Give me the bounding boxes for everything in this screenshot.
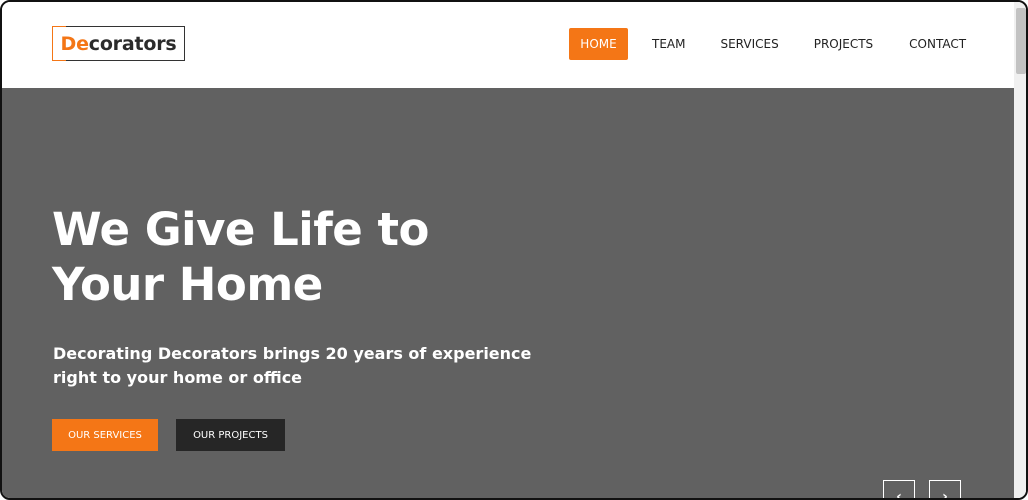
- hero-title: We Give Life to Your Home: [52, 202, 532, 312]
- nav-contact[interactable]: CONTACT: [909, 28, 966, 60]
- nav-team[interactable]: TEAM: [652, 28, 685, 60]
- hero-subtitle: Decorating Decorators brings 20 years of…: [53, 342, 533, 390]
- main-nav: HOME TEAM SERVICES PROJECTS CONTACT: [569, 28, 966, 60]
- slider-next-button[interactable]: ›: [929, 480, 961, 500]
- scrollbar-thumb[interactable]: [1016, 8, 1026, 74]
- site-header: De corators HOME TEAM SERVICES PROJECTS C…: [2, 2, 1014, 88]
- chevron-left-icon: ‹: [896, 489, 902, 500]
- vertical-scrollbar[interactable]: [1014, 2, 1026, 498]
- hero-title-line-1: We Give Life to: [52, 203, 429, 256]
- slider-prev-button[interactable]: ‹: [883, 480, 915, 500]
- hero-subtitle-line-1: Decorating Decorators brings 20 years of…: [53, 344, 532, 363]
- hero-subtitle-line-2: right to your home or office: [53, 368, 303, 387]
- nav-projects[interactable]: PROJECTS: [814, 28, 873, 60]
- browser-frame: De corators HOME TEAM SERVICES PROJECTS C…: [0, 0, 1028, 500]
- our-projects-button[interactable]: OUR PROJECTS: [176, 419, 285, 451]
- chevron-right-icon: ›: [942, 489, 948, 500]
- nav-services[interactable]: SERVICES: [720, 28, 778, 60]
- our-services-button[interactable]: OUR SERVICES: [52, 419, 158, 451]
- nav-home[interactable]: HOME: [569, 28, 628, 60]
- logo-text: corators: [88, 32, 177, 55]
- logo-accent-text: De: [60, 32, 89, 55]
- hero-banner: We Give Life to Your Home Decorating Dec…: [2, 88, 1014, 500]
- site-logo[interactable]: De corators: [52, 26, 185, 61]
- hero-title-line-2: Your Home: [52, 258, 323, 311]
